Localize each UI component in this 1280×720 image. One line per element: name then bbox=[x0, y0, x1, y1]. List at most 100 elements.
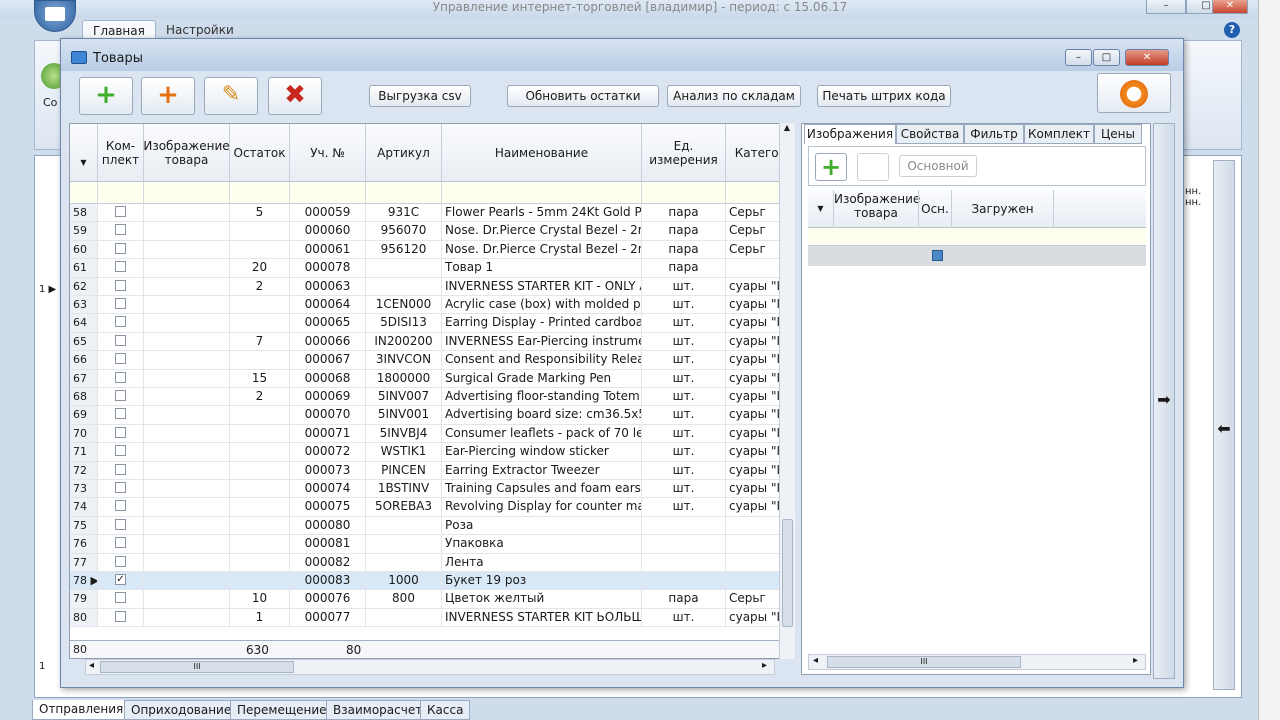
dialog-minimize-button[interactable]: – bbox=[1065, 49, 1092, 66]
refresh-stock-button[interactable]: Обновить остатки bbox=[507, 85, 659, 107]
unit-cell[interactable] bbox=[642, 516, 726, 536]
sku-cell[interactable]: 5OREBA3 bbox=[366, 498, 442, 517]
products-grid[interactable]: ▼ Ком- плект Изображение товара Остаток … bbox=[69, 123, 795, 659]
kit-checkbox[interactable] bbox=[98, 480, 144, 499]
table-row[interactable]: 72 000073 PINCEN Earring Extractor Tweezer ш… bbox=[70, 461, 794, 480]
images-hscrollbar[interactable]: ◂ III ▸ bbox=[808, 654, 1146, 670]
unit-cell[interactable]: шт. bbox=[642, 351, 726, 370]
checkbox-icon[interactable] bbox=[115, 592, 126, 604]
image-cell[interactable] bbox=[144, 240, 230, 260]
sku-cell[interactable]: 931C bbox=[366, 204, 442, 223]
sku-cell[interactable]: 5INV007 bbox=[366, 388, 442, 407]
table-row[interactable]: 65 7 000066 IN200200 INVERNESS Ear-Piercing … bbox=[70, 332, 794, 352]
chevron-down-icon[interactable]: ▼ bbox=[808, 190, 834, 228]
image-cell[interactable] bbox=[144, 259, 230, 278]
kit-checkbox[interactable] bbox=[98, 351, 144, 370]
image-cell[interactable] bbox=[144, 461, 230, 480]
stock-cell[interactable] bbox=[230, 480, 290, 499]
account-no-cell[interactable]: 000074 bbox=[290, 480, 366, 499]
table-row[interactable]: 78 ▶ ✓ 000083 1000 Букет 19 роз bbox=[70, 572, 794, 591]
account-no-cell[interactable]: 000076 bbox=[290, 590, 366, 609]
column-sku[interactable]: Артикул bbox=[366, 124, 442, 182]
account-no-cell[interactable]: 000060 bbox=[290, 222, 366, 241]
account-no-cell[interactable]: 000070 bbox=[290, 406, 366, 425]
name-cell[interactable]: Ear-Piercing window sticker bbox=[442, 443, 642, 462]
image-action-button[interactable] bbox=[857, 153, 889, 181]
scroll-left-icon[interactable]: ◂ bbox=[89, 660, 94, 671]
checkbox-icon[interactable] bbox=[115, 242, 126, 254]
kit-checkbox[interactable] bbox=[98, 535, 144, 554]
column-image[interactable]: Изображение товара bbox=[143, 124, 230, 182]
account-no-cell[interactable]: 000081 bbox=[290, 535, 366, 554]
tab-properties[interactable]: Свойства bbox=[896, 124, 964, 144]
table-row[interactable]: 63 000064 1CEN000 Acrylic case (box) with m… bbox=[70, 296, 794, 315]
name-cell[interactable]: Товар 1 bbox=[442, 259, 642, 278]
stock-cell[interactable] bbox=[230, 516, 290, 536]
name-cell[interactable]: Surgical Grade Marking Pen bbox=[442, 369, 642, 388]
unit-cell[interactable]: пара bbox=[642, 240, 726, 260]
image-cell[interactable] bbox=[144, 498, 230, 517]
stock-cell[interactable] bbox=[230, 351, 290, 370]
bottom-tab-receipts[interactable]: Оприходование bbox=[124, 700, 239, 720]
stock-cell[interactable] bbox=[230, 222, 290, 241]
account-no-cell[interactable]: 000078 bbox=[290, 259, 366, 278]
filter-cell[interactable] bbox=[70, 182, 98, 204]
checkbox-icon[interactable] bbox=[115, 390, 126, 401]
tab-filter[interactable]: Фильтр bbox=[964, 124, 1024, 144]
table-row[interactable]: 59 000060 956070 Nose. Dr.Pierce Crystal Be… bbox=[70, 222, 794, 241]
grid-corner-header[interactable]: ▼ bbox=[70, 124, 98, 182]
image-cell[interactable] bbox=[144, 516, 230, 536]
stock-cell[interactable] bbox=[230, 314, 290, 333]
account-no-cell[interactable]: 000072 bbox=[290, 443, 366, 462]
add-image-button[interactable]: + bbox=[815, 153, 847, 181]
sku-cell[interactable]: WSTIK1 bbox=[366, 443, 442, 462]
images-row[interactable] bbox=[808, 246, 1146, 266]
filter-cell[interactable] bbox=[230, 182, 290, 204]
column-kit[interactable]: Ком- плект bbox=[98, 124, 144, 182]
table-row[interactable]: 70 000071 5INVBJ4 Consumer leaflets - pack … bbox=[70, 424, 794, 444]
add-product-button[interactable]: + bbox=[79, 77, 133, 115]
unit-cell[interactable]: шт. bbox=[642, 314, 726, 333]
bottom-tab-settlements[interactable]: Взаиморасчет bbox=[326, 700, 430, 720]
account-no-cell[interactable]: 000063 bbox=[290, 277, 366, 296]
name-cell[interactable]: Training Capsules and foam ears2 b bbox=[442, 480, 642, 499]
account-no-cell[interactable]: 000075 bbox=[290, 498, 366, 517]
image-cell[interactable] bbox=[144, 296, 230, 315]
name-cell[interactable]: Лента bbox=[442, 553, 642, 572]
sku-cell[interactable]: 3INVCON bbox=[366, 351, 442, 370]
image-cell[interactable] bbox=[144, 388, 230, 407]
app-menu-button[interactable] bbox=[34, 0, 76, 32]
unit-cell[interactable]: пара bbox=[642, 590, 726, 609]
stock-cell[interactable] bbox=[230, 461, 290, 480]
kit-checkbox[interactable] bbox=[98, 222, 144, 241]
kit-checkbox[interactable] bbox=[98, 443, 144, 462]
table-row[interactable]: 66 000067 3INVCON Consent and Responsibilit… bbox=[70, 351, 794, 370]
sku-cell[interactable] bbox=[366, 553, 442, 572]
kit-checkbox[interactable] bbox=[98, 553, 144, 572]
name-cell[interactable]: Consumer leaflets - pack of 70 leafl bbox=[442, 424, 642, 444]
unit-cell[interactable]: шт. bbox=[642, 332, 726, 352]
delete-product-button[interactable]: ✖ bbox=[268, 77, 322, 115]
table-row[interactable]: 75 000080 Роза bbox=[70, 516, 794, 536]
stock-cell[interactable] bbox=[230, 535, 290, 554]
bottom-tab-transfer[interactable]: Перемещение bbox=[230, 700, 334, 720]
filter-cell[interactable] bbox=[144, 182, 230, 204]
stock-cell[interactable]: 7 bbox=[230, 332, 290, 352]
stock-cell[interactable]: 5 bbox=[230, 204, 290, 223]
image-cell[interactable] bbox=[144, 406, 230, 425]
table-row[interactable]: 71 000072 WSTIK1 Ear-Piercing window sticke… bbox=[70, 443, 794, 462]
stock-cell[interactable]: 10 bbox=[230, 590, 290, 609]
add-copy-button[interactable]: + bbox=[141, 77, 195, 115]
table-row[interactable]: 68 2 000069 5INV007 Advertising floor-standi… bbox=[70, 388, 794, 407]
scroll-left-icon[interactable]: ◂ bbox=[813, 655, 818, 666]
hscroll-thumb[interactable]: III bbox=[827, 656, 1021, 668]
column-image-preview[interactable]: Изображение товара bbox=[834, 192, 920, 220]
kit-checkbox[interactable] bbox=[98, 516, 144, 536]
stock-cell[interactable] bbox=[230, 498, 290, 517]
bottom-tab-cash[interactable]: Касса bbox=[420, 700, 471, 720]
main-minimize-button[interactable]: – bbox=[1146, 0, 1186, 14]
column-stock[interactable]: Остаток bbox=[230, 124, 290, 182]
checkbox-icon[interactable] bbox=[115, 482, 126, 493]
checkbox-icon[interactable] bbox=[115, 408, 126, 420]
filter-cell[interactable] bbox=[98, 182, 144, 204]
